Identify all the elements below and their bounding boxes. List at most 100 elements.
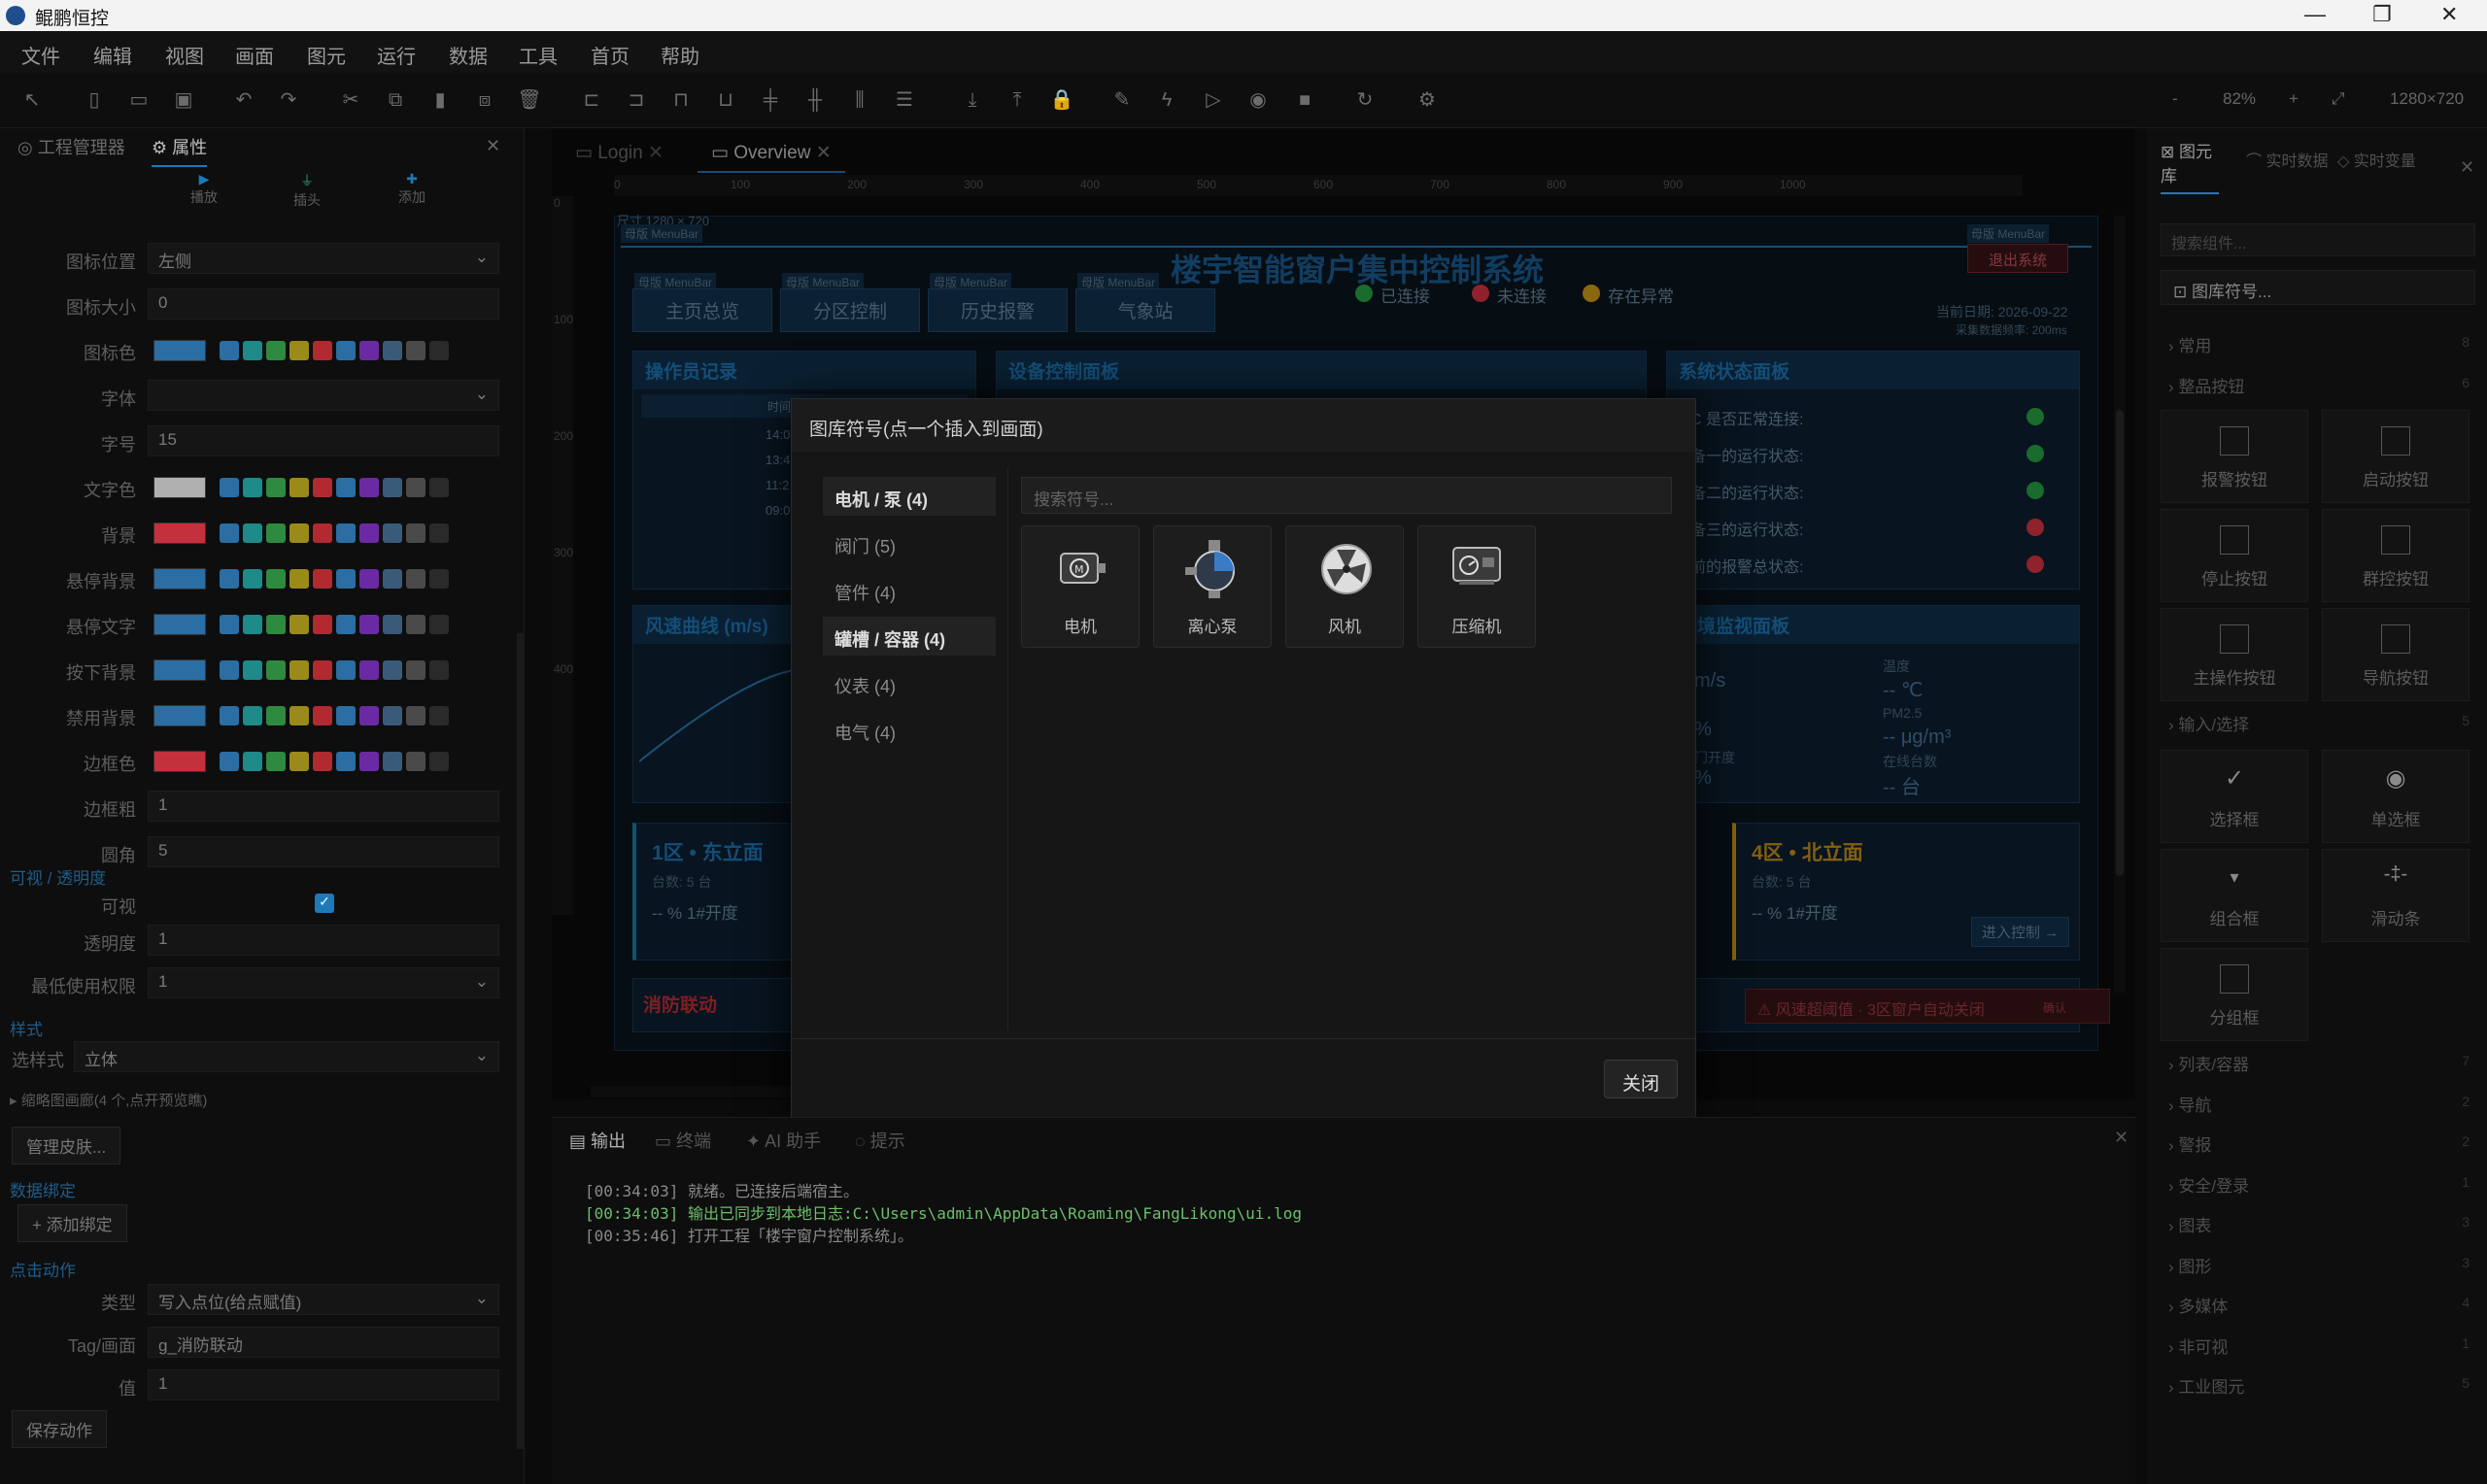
palette-color[interactable] bbox=[383, 341, 402, 360]
palette-color[interactable] bbox=[266, 752, 286, 771]
plug-quick-button[interactable]: ⏚ 插头 bbox=[288, 171, 326, 210]
manage-skin-button[interactable]: 管理皮肤... bbox=[12, 1127, 121, 1164]
palette-color[interactable] bbox=[266, 706, 286, 725]
tab-element-library[interactable]: ⊠ 图元库 bbox=[2161, 138, 2219, 194]
palette-color[interactable] bbox=[243, 615, 262, 634]
menu-element[interactable]: 图元 bbox=[307, 41, 346, 69]
palette-color[interactable] bbox=[429, 615, 449, 634]
add-quick-button[interactable]: ✚ 添加 bbox=[392, 171, 431, 207]
symbol-centrifugal-pump[interactable]: 离心泵 bbox=[1153, 525, 1272, 648]
color-swatch[interactable] bbox=[153, 659, 206, 681]
prop-field[interactable]: 1 bbox=[148, 791, 499, 822]
palette-color[interactable] bbox=[359, 569, 379, 589]
palette-color[interactable] bbox=[313, 752, 332, 771]
palette-color[interactable] bbox=[220, 752, 239, 771]
visible-checkbox[interactable]: ✓ bbox=[315, 894, 334, 913]
align-right-icon[interactable]: ⊐ bbox=[624, 87, 649, 113]
palette-color[interactable] bbox=[313, 706, 332, 725]
palette-color[interactable] bbox=[220, 615, 239, 634]
palette-color[interactable] bbox=[266, 660, 286, 680]
add-binding-button[interactable]: + 添加绑定 bbox=[17, 1204, 127, 1242]
category-item[interactable]: 电气 (4) bbox=[823, 710, 996, 749]
palette-color[interactable] bbox=[359, 615, 379, 634]
category-item[interactable]: › 安全/登录 bbox=[2168, 1172, 2249, 1197]
distribute-v-icon[interactable]: ☰ bbox=[892, 87, 917, 113]
comp-alarm-button[interactable]: 报警按钮 bbox=[2161, 410, 2308, 503]
menu-screen[interactable]: 画面 bbox=[235, 41, 274, 69]
palette-color[interactable] bbox=[266, 478, 286, 497]
close-right-panel-icon[interactable]: ✕ bbox=[2460, 157, 2474, 178]
palette-color[interactable] bbox=[429, 752, 449, 771]
category-common[interactable]: › 常用 bbox=[2168, 332, 2211, 356]
palette-color[interactable] bbox=[406, 523, 426, 543]
comp-groupbox[interactable]: 分组框 bbox=[2161, 948, 2308, 1041]
comp-checkbox[interactable]: ✓ 选择框 bbox=[2161, 750, 2308, 843]
category-item[interactable]: 仪表 (4) bbox=[823, 663, 996, 702]
maximize-button[interactable]: ❐ bbox=[2372, 2, 2392, 27]
align-bottom-icon[interactable]: ⊔ bbox=[713, 87, 738, 113]
palette-color[interactable] bbox=[243, 660, 262, 680]
palette-color[interactable] bbox=[336, 523, 356, 543]
fit-screen-icon[interactable]: ⤢ bbox=[2332, 89, 2345, 109]
play-icon[interactable]: ▷ bbox=[1201, 87, 1226, 113]
palette-color[interactable] bbox=[429, 569, 449, 589]
palette-color[interactable] bbox=[406, 706, 426, 725]
palette-color[interactable] bbox=[243, 569, 262, 589]
palette-color[interactable] bbox=[266, 615, 286, 634]
symbol-library-button[interactable]: ⊡ 图库符号... bbox=[2161, 270, 2475, 305]
palette-color[interactable] bbox=[266, 569, 286, 589]
menu-view[interactable]: 视图 bbox=[165, 41, 204, 69]
menu-home[interactable]: 首页 bbox=[591, 41, 630, 69]
palette-color[interactable] bbox=[243, 523, 262, 543]
cut-icon[interactable]: ✂ bbox=[338, 87, 363, 113]
comp-combobox[interactable]: ▾ 组合框 bbox=[2161, 849, 2308, 942]
zoom-out-button[interactable]: - bbox=[2172, 89, 2178, 109]
align-top-icon[interactable]: ⊓ bbox=[668, 87, 694, 113]
style-select[interactable]: 立体 ⌄ bbox=[74, 1041, 499, 1072]
distribute-h-icon[interactable]: ⫼ bbox=[847, 87, 872, 113]
delete-icon[interactable]: 🗑 bbox=[517, 87, 542, 113]
palette-color[interactable] bbox=[406, 341, 426, 360]
symbol-fan[interactable]: 风机 bbox=[1285, 525, 1404, 648]
dialog-close-button[interactable]: 关闭 bbox=[1604, 1060, 1678, 1098]
menu-help[interactable]: 帮助 bbox=[661, 41, 699, 69]
comp-stop-button[interactable]: 停止按钮 bbox=[2161, 509, 2308, 602]
tab-project-manager[interactable]: ◎ 工程管理器 bbox=[17, 134, 125, 159]
palette-color[interactable] bbox=[406, 569, 426, 589]
menu-data[interactable]: 数据 bbox=[449, 41, 488, 69]
stop-icon[interactable]: ■ bbox=[1292, 87, 1317, 113]
palette-color[interactable] bbox=[406, 478, 426, 497]
palette-color[interactable] bbox=[383, 706, 402, 725]
prop-field[interactable]: 5 bbox=[148, 836, 499, 867]
palette-color[interactable] bbox=[220, 341, 239, 360]
comp-group-button[interactable]: 群控按钮 bbox=[2322, 509, 2470, 602]
tab-output[interactable]: ▤ 输出 bbox=[569, 1128, 626, 1153]
center-h-icon[interactable]: ╪ bbox=[758, 87, 783, 113]
palette-color[interactable] bbox=[383, 478, 402, 497]
palette-color[interactable] bbox=[359, 752, 379, 771]
palette-color[interactable] bbox=[336, 660, 356, 680]
redo-icon[interactable]: ↷ bbox=[276, 87, 301, 113]
save-action-button[interactable]: 保存动作 bbox=[12, 1410, 107, 1448]
palette-color[interactable] bbox=[383, 615, 402, 634]
tab-realtime-vars[interactable]: ◇ 实时变量 bbox=[2337, 148, 2444, 171]
category-item[interactable]: › 多媒体 bbox=[2168, 1293, 2228, 1317]
lightning-icon[interactable]: ϟ bbox=[1154, 87, 1179, 113]
symbol-compressor[interactable]: 压缩机 bbox=[1417, 525, 1536, 648]
pen-icon[interactable]: ✎ bbox=[1109, 87, 1135, 113]
palette-color[interactable] bbox=[359, 341, 379, 360]
category-item[interactable]: › 图形 bbox=[2168, 1253, 2211, 1277]
palette-color[interactable] bbox=[220, 523, 239, 543]
minimize-button[interactable]: — bbox=[2304, 2, 2326, 27]
palette-color[interactable] bbox=[313, 478, 332, 497]
prop-field[interactable]: ⌄ bbox=[148, 380, 499, 411]
new-file-icon[interactable]: ▯ bbox=[82, 87, 107, 113]
palette-color[interactable] bbox=[290, 660, 309, 680]
tag-field[interactable]: g_消防联动 bbox=[148, 1327, 499, 1358]
prop-field[interactable]: 15 bbox=[148, 425, 499, 456]
category-item[interactable]: 罐槽 / 容器 (4) bbox=[823, 617, 996, 656]
palette-color[interactable] bbox=[243, 752, 262, 771]
color-swatch[interactable] bbox=[153, 477, 206, 498]
pointer-icon[interactable]: ↖ bbox=[19, 87, 45, 113]
menu-tools[interactable]: 工具 bbox=[519, 41, 558, 69]
